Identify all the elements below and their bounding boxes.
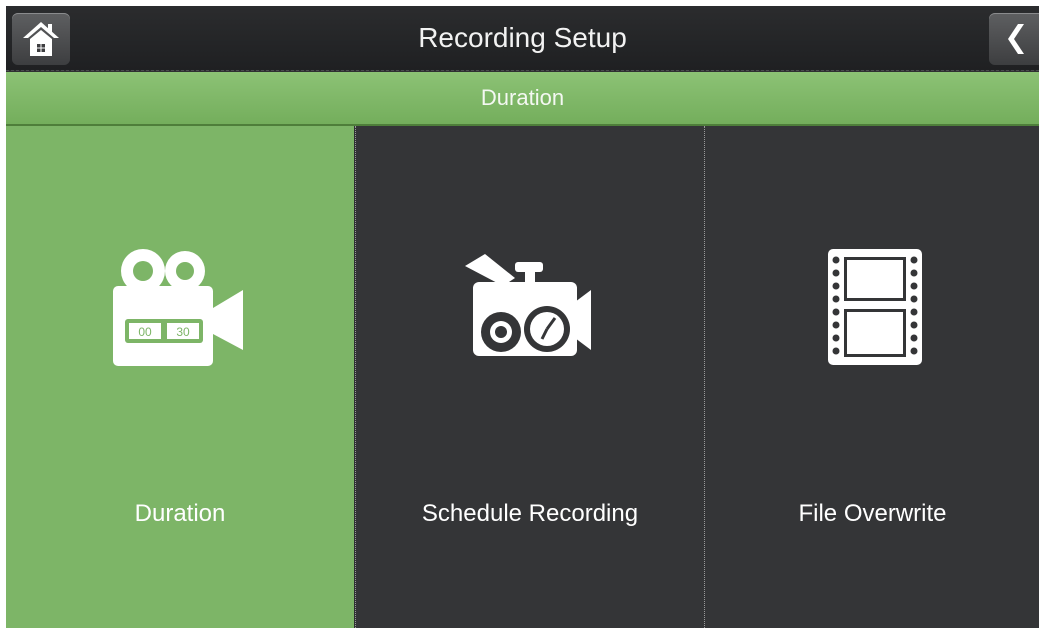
file-overwrite-label: File Overwrite <box>798 500 947 527</box>
top-bar: Recording Setup <box>6 6 1039 71</box>
duration-tile[interactable]: 00 30 Duration <box>6 126 354 628</box>
home-button[interactable] <box>12 13 70 65</box>
file-overwrite-tile[interactable]: File Overwrite <box>704 126 1039 628</box>
app-frame: Recording Setup Duration 00 30 Duration … <box>6 6 1039 628</box>
schedule-recording-label: Schedule Recording <box>421 500 639 527</box>
page-title: Recording Setup <box>418 22 627 53</box>
duration-label: Duration <box>134 500 226 527</box>
back-button[interactable] <box>989 13 1039 65</box>
section-header: Duration <box>6 72 1039 126</box>
video-camera-timer-icon: 00 30 <box>113 249 243 366</box>
timer-left-digits: 00 <box>138 325 152 339</box>
schedule-recording-tile[interactable]: Schedule Recording <box>355 126 704 628</box>
timer-right-digits: 30 <box>176 325 190 339</box>
chevron-left-icon <box>1008 24 1024 54</box>
home-icon <box>23 22 59 56</box>
option-tiles: 00 30 Duration Schedule Recording File O… <box>6 126 1039 628</box>
film-strip-icon <box>827 249 922 365</box>
camera-clock-icon <box>465 254 591 356</box>
